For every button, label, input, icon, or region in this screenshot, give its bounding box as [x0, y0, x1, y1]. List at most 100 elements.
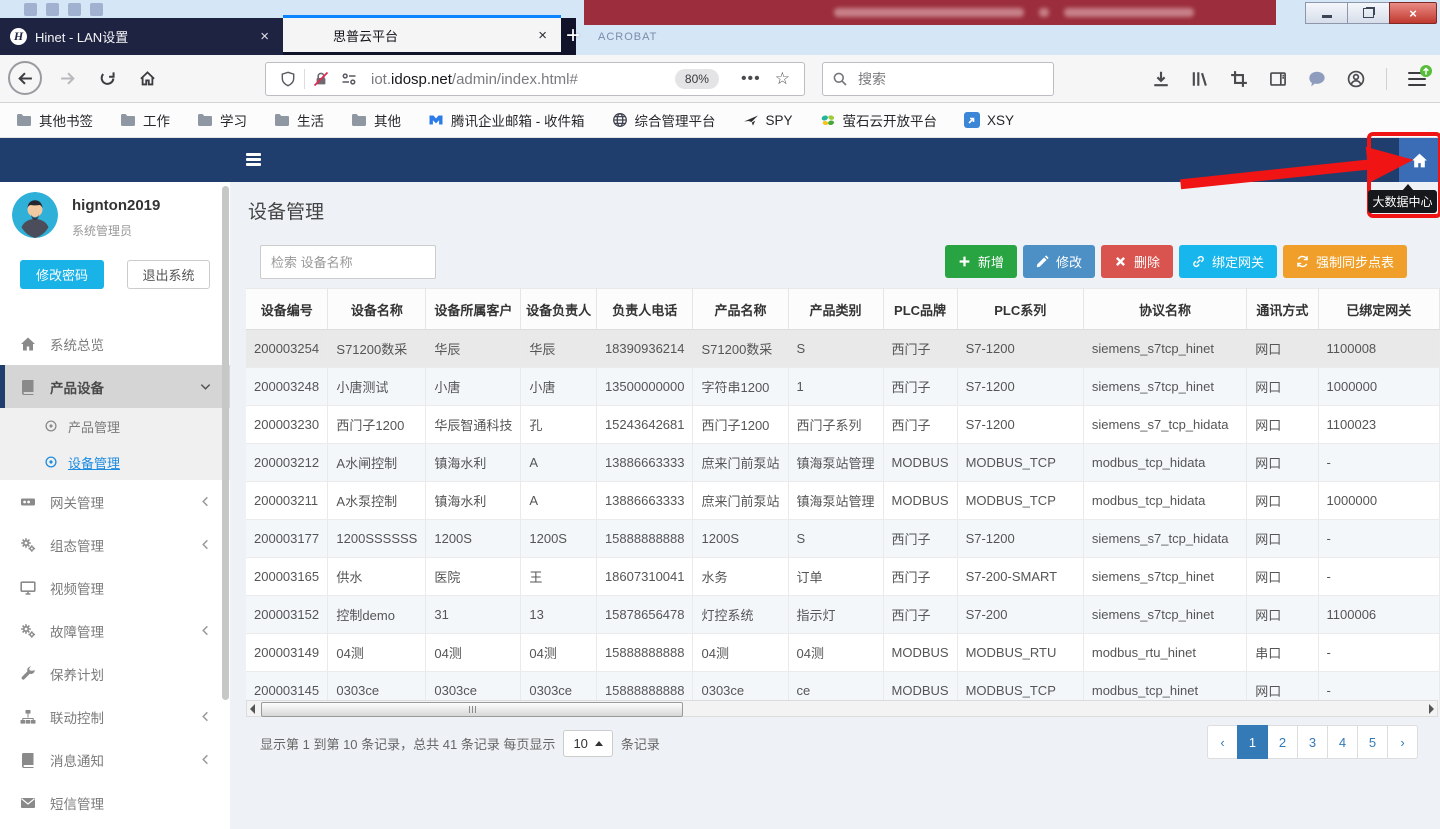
page-3[interactable]: 3 [1297, 725, 1328, 759]
library-icon[interactable] [1191, 70, 1209, 88]
table-row[interactable]: 200003254S71200数采华辰华辰18390936214S71200数采… [246, 330, 1440, 368]
permissions-icon[interactable] [341, 71, 357, 87]
table-cell: modbus_tcp_hidata [1083, 482, 1246, 520]
insecure-lock-icon[interactable] [313, 71, 329, 87]
sidebar-item-产品设备[interactable]: 产品设备 [0, 365, 230, 408]
bookmark-star-icon[interactable]: ☆ [775, 69, 790, 89]
bookmark-item[interactable]: 工作 [120, 110, 170, 130]
action-button-删除[interactable]: 删除 [1101, 245, 1173, 278]
menu-icon[interactable] [1408, 72, 1426, 86]
sidebar-item-组态管理[interactable]: 组态管理 [0, 523, 230, 566]
zoom-level-badge[interactable]: 80% [675, 69, 719, 89]
page-1[interactable]: 1 [1237, 725, 1268, 759]
table-row[interactable]: 200003248小唐测试小唐小唐13500000000字符串12001西门子S… [246, 368, 1440, 406]
column-header[interactable]: 设备名称 [328, 289, 426, 330]
table-row[interactable]: 200003211A水泵控制镇海水利A13886663333庶来门前泵站镇海泵站… [246, 482, 1440, 520]
close-tab-icon[interactable]: × [256, 28, 273, 45]
page-2[interactable]: 2 [1267, 725, 1298, 759]
home-button[interactable] [130, 61, 164, 95]
page-actions-icon[interactable]: ••• [741, 70, 761, 88]
column-header[interactable]: 设备所属客户 [426, 289, 521, 330]
bookmark-item[interactable]: 其他 [351, 110, 401, 130]
column-header[interactable]: 通讯方式 [1247, 289, 1318, 330]
logout-button[interactable]: 退出系统 [127, 260, 210, 289]
sidebar-item-消息通知[interactable]: 消息通知 [0, 738, 230, 781]
shield-icon[interactable] [280, 71, 296, 87]
bookmark-item[interactable]: 萤石云开放平台 [820, 110, 938, 130]
minimize-button[interactable] [1305, 2, 1348, 24]
scroll-left-icon[interactable] [250, 704, 255, 714]
page-prev[interactable]: ‹ [1207, 725, 1238, 759]
page-5[interactable]: 5 [1357, 725, 1388, 759]
url-bar[interactable]: iot.idosp.net/admin/index.html# 80% ••• … [265, 62, 805, 96]
sidebar-toggle-icon[interactable] [1269, 70, 1287, 88]
sidebar-item-短信管理[interactable]: 短信管理 [0, 781, 230, 824]
page-size-dropdown[interactable]: 10 [563, 730, 612, 757]
column-header[interactable]: PLC系列 [957, 289, 1083, 330]
sidebar-subitem-设备管理[interactable]: 设备管理 [0, 444, 230, 480]
table-row[interactable]: 200003165供水医院王18607310041水务订单西门子S7-200-S… [246, 558, 1440, 596]
change-password-button[interactable]: 修改密码 [20, 260, 104, 289]
bookmark-item[interactable]: XSY [964, 112, 1014, 128]
forward-button[interactable] [50, 61, 84, 95]
column-header[interactable]: 设备编号 [246, 289, 328, 330]
sidebar-item-视频管理[interactable]: 视频管理 [0, 566, 230, 609]
action-button-绑定网关[interactable]: 绑定网关 [1179, 245, 1277, 278]
search-input[interactable] [856, 70, 1020, 88]
column-header[interactable]: 已绑定网关 [1318, 289, 1439, 330]
close-tab-icon[interactable]: × [534, 27, 551, 44]
bookmark-item[interactable]: 其他书签 [16, 110, 93, 130]
table-row[interactable]: 200003212A水闸控制镇海水利A13886663333庶来门前泵站镇海泵站… [246, 444, 1440, 482]
account-icon[interactable] [1347, 70, 1365, 88]
table-cell: 13886663333 [596, 482, 693, 520]
sidebar-item-系统总览[interactable]: 系统总览 [0, 322, 230, 365]
close-window-button[interactable]: × [1389, 2, 1437, 24]
back-button[interactable] [8, 61, 42, 95]
column-header[interactable]: 设备负责人 [521, 289, 597, 330]
avatar[interactable] [12, 192, 58, 238]
table-row[interactable]: 200003152控制demo311315878656478灯控系统指示灯西门子… [246, 596, 1440, 634]
scrollbar-thumb[interactable] [261, 702, 683, 717]
page-next[interactable]: › [1387, 725, 1418, 759]
table-row[interactable]: 2000031771200SSSSSS1200S1200S15888888888… [246, 520, 1440, 558]
device-search-input[interactable] [260, 245, 436, 279]
screenshot-icon[interactable] [1230, 70, 1248, 88]
column-header[interactable]: 负责人电话 [596, 289, 693, 330]
sidebar-item-联动控制[interactable]: 联动控制 [0, 695, 230, 738]
bookmark-item[interactable]: 学习 [197, 110, 247, 130]
sidebar-item-网关管理[interactable]: 网关管理 [0, 480, 230, 523]
bookmark-item[interactable]: 生活 [274, 110, 324, 130]
table-cell: 西门子 [883, 596, 957, 634]
reload-button[interactable] [90, 61, 124, 95]
bookmark-item[interactable]: 综合管理平台 [612, 110, 716, 130]
table-row[interactable]: 20000314904测04测04测1588888888804测04测MODBU… [246, 634, 1440, 672]
action-button-新增[interactable]: 新增 [945, 245, 1017, 278]
table-row[interactable]: 200003230西门子1200华辰智通科技孔15243642681西门子120… [246, 406, 1440, 444]
messages-icon[interactable] [1308, 70, 1326, 88]
sidebar-item-故障管理[interactable]: 故障管理 [0, 609, 230, 652]
sidebar-item-保养计划[interactable]: 保养计划 [0, 652, 230, 695]
tab-sipu-cloud[interactable]: 思普云平台 × [283, 15, 561, 52]
download-icon[interactable] [1152, 70, 1170, 88]
bookmark-item[interactable]: SPY [743, 112, 793, 128]
restore-button[interactable] [1347, 2, 1390, 24]
table-cell: 华辰 [426, 330, 521, 368]
sidebar-scrollbar[interactable] [222, 186, 229, 700]
column-header[interactable]: PLC品牌 [883, 289, 957, 330]
scroll-right-icon[interactable] [1429, 704, 1434, 714]
sidebar-subitem-产品管理[interactable]: 产品管理 [0, 408, 230, 444]
column-header[interactable]: 产品名称 [693, 289, 788, 330]
action-button-强制同步点表[interactable]: 强制同步点表 [1283, 245, 1407, 278]
column-header[interactable]: 协议名称 [1083, 289, 1246, 330]
column-header[interactable]: 产品类别 [788, 289, 883, 330]
browser-search[interactable] [822, 62, 1054, 96]
horizontal-scrollbar[interactable] [246, 700, 1438, 717]
action-button-修改[interactable]: 修改 [1023, 245, 1095, 278]
bookmark-item[interactable]: 腾讯企业邮箱 - 收件箱 [428, 110, 585, 130]
sidebar-collapse-icon[interactable] [246, 153, 261, 166]
new-tab-button[interactable]: + [566, 22, 580, 50]
main-content: 设备管理 新增修改删除绑定网关强制同步点表 设备编号设备名称设备所属客户设备负责… [230, 182, 1440, 829]
globe-icon [612, 112, 628, 128]
page-4[interactable]: 4 [1327, 725, 1358, 759]
tab-hinet[interactable]: H Hinet - LAN设置 × [0, 18, 283, 55]
